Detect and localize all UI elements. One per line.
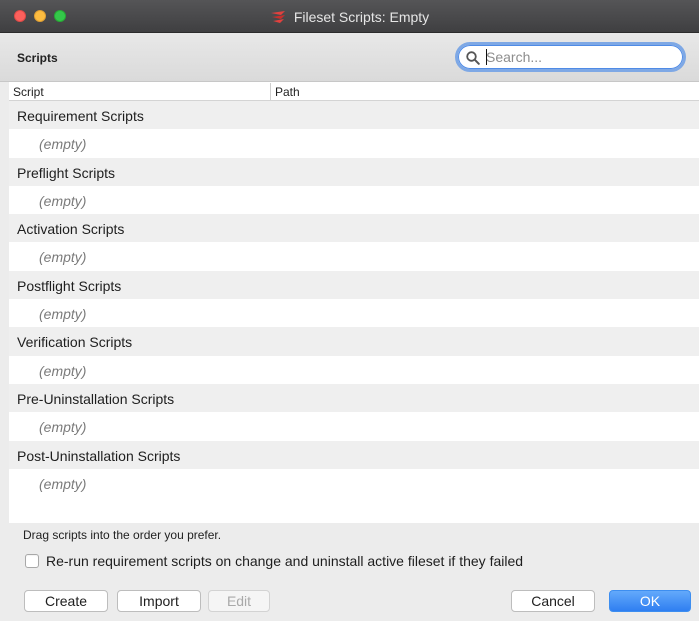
column-divider[interactable]: [270, 83, 271, 100]
row-label: (empty): [39, 306, 87, 323]
title-bar[interactable]: Fileset Scripts: Empty: [0, 0, 699, 33]
ok-button[interactable]: OK: [609, 590, 691, 612]
row-label: (empty): [39, 362, 87, 379]
row-label: Verification Scripts: [17, 334, 133, 351]
drag-hint-text: Drag scripts into the order you prefer.: [23, 528, 222, 542]
rerun-checkbox-label[interactable]: Re-run requirement scripts on change and…: [46, 553, 523, 569]
table-row-empty[interactable]: (empty): [9, 129, 699, 158]
app-logo-icon: [270, 10, 285, 23]
text-caret: [486, 49, 487, 65]
search-icon: [466, 51, 480, 65]
scripts-header: Scripts: [0, 33, 699, 82]
create-button[interactable]: Create: [24, 590, 108, 612]
row-label: Activation Scripts: [17, 221, 125, 238]
cancel-button[interactable]: Cancel: [511, 590, 595, 612]
table-row-pre-uninstallation-scripts[interactable]: Pre-Uninstallation Scripts: [9, 383, 699, 413]
row-label: (empty): [39, 419, 87, 436]
table-row-empty[interactable]: (empty): [9, 185, 699, 215]
import-button[interactable]: Import: [117, 590, 201, 612]
table-row-post-uninstallation-scripts[interactable]: Post-Uninstallation Scripts: [9, 440, 699, 469]
fileset-scripts-window: Fileset Scripts: Empty Scripts Script Pa…: [0, 0, 699, 621]
table-row-requirement-scripts[interactable]: Requirement Scripts: [9, 101, 699, 130]
section-title: Scripts: [17, 51, 58, 65]
row-label: (empty): [39, 249, 87, 266]
row-label: Preflight Scripts: [17, 164, 116, 181]
table-rows: Requirement Scripts (empty) Preflight Sc…: [9, 101, 699, 498]
scripts-table[interactable]: Script Path Requirement Scripts (empty) …: [9, 82, 699, 523]
rerun-option[interactable]: Re-run requirement scripts on change and…: [25, 553, 523, 569]
table-row-empty[interactable]: (empty): [9, 355, 699, 384]
table-row-postflight-scripts[interactable]: Postflight Scripts: [9, 270, 699, 300]
row-label: Post-Uninstallation Scripts: [17, 447, 181, 464]
column-header-path[interactable]: Path: [275, 85, 300, 99]
title-container: Fileset Scripts: Empty: [0, 0, 699, 33]
table-header: Script Path: [9, 82, 699, 101]
table-row-activation-scripts[interactable]: Activation Scripts: [9, 214, 699, 243]
column-header-script[interactable]: Script: [13, 85, 44, 99]
rerun-checkbox[interactable]: [25, 554, 39, 568]
row-label: (empty): [39, 192, 87, 209]
search-input[interactable]: [486, 48, 676, 66]
table-row-empty[interactable]: (empty): [9, 468, 699, 498]
table-row-verification-scripts[interactable]: Verification Scripts: [9, 327, 699, 356]
search-field[interactable]: [455, 42, 686, 72]
row-label: (empty): [39, 136, 87, 153]
row-label: (empty): [39, 475, 87, 492]
table-row-preflight-scripts[interactable]: Preflight Scripts: [9, 157, 699, 186]
row-label: Pre-Uninstallation Scripts: [17, 390, 175, 407]
edit-button[interactable]: Edit: [208, 590, 270, 612]
table-row-empty[interactable]: (empty): [9, 242, 699, 271]
window-title: Fileset Scripts: Empty: [293, 8, 430, 25]
row-label: Requirement Scripts: [17, 108, 144, 124]
table-row-empty[interactable]: (empty): [9, 299, 699, 328]
table-row-empty[interactable]: (empty): [9, 412, 699, 441]
row-label: Postflight Scripts: [17, 277, 122, 294]
